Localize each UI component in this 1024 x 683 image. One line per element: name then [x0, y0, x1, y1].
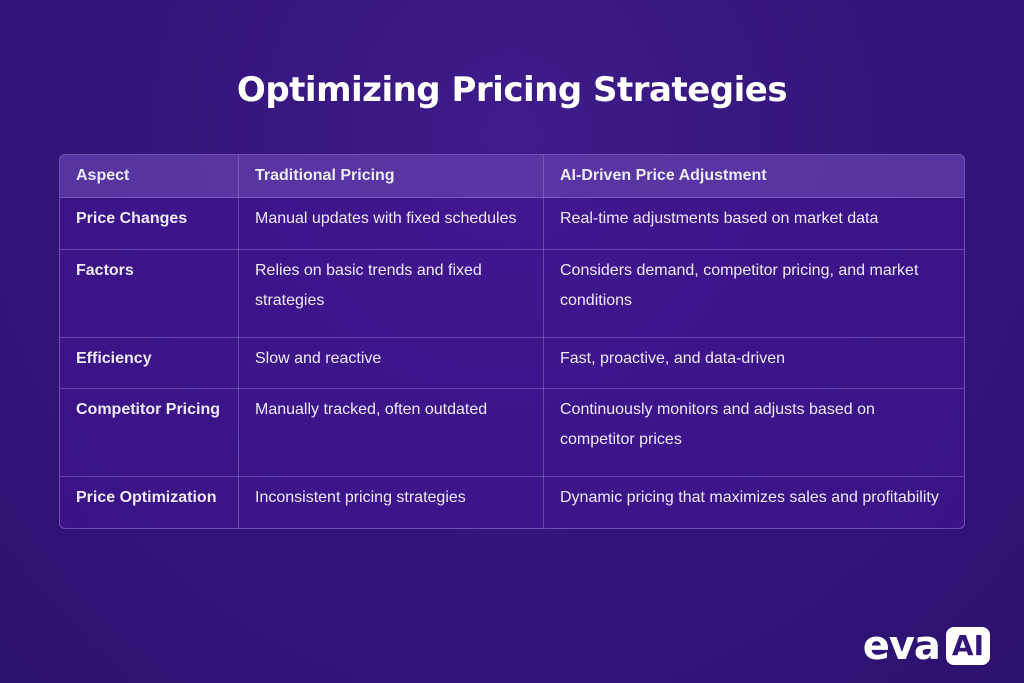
- cell-aspect: Price Changes: [60, 197, 239, 250]
- header-aspect: Aspect: [60, 155, 239, 198]
- cell-ai: Real-time adjustments based on market da…: [543, 197, 964, 250]
- cell-aspect: Price Optimization: [60, 476, 239, 528]
- cell-aspect: Efficiency: [60, 337, 239, 390]
- header-traditional: Traditional Pricing: [238, 155, 544, 198]
- logo-text: eva: [862, 623, 941, 669]
- comparison-table: Aspect Traditional Pricing AI-Driven Pri…: [59, 154, 965, 529]
- cell-traditional: Inconsistent pricing strategies: [238, 476, 544, 528]
- table-header-row: Aspect Traditional Pricing AI-Driven Pri…: [60, 155, 964, 198]
- cell-ai: Fast, proactive, and data-driven: [543, 337, 964, 390]
- table-row: Price Changes Manual updates with fixed …: [60, 197, 964, 250]
- logo-badge: AI: [945, 627, 990, 665]
- cell-traditional: Slow and reactive: [238, 337, 544, 390]
- cell-aspect: Factors: [60, 249, 239, 338]
- cell-traditional: Manually tracked, often outdated: [238, 388, 544, 478]
- cell-ai: Continuously monitors and adjusts based …: [543, 388, 964, 478]
- cell-traditional: Manual updates with fixed schedules: [238, 197, 544, 250]
- cell-ai: Considers demand, competitor pricing, an…: [543, 249, 964, 338]
- table-row: Factors Relies on basic trends and fixed…: [60, 249, 964, 338]
- page-title: Optimizing Pricing Strategies: [236, 70, 788, 110]
- cell-aspect: Competitor Pricing: [60, 388, 239, 478]
- table-row: Price Optimization Inconsistent pricing …: [60, 476, 964, 528]
- eva-ai-logo: eva AI: [863, 623, 990, 669]
- cell-traditional: Relies on basic trends and fixed strateg…: [238, 249, 544, 338]
- table-row: Competitor Pricing Manually tracked, oft…: [60, 388, 964, 478]
- cell-ai: Dynamic pricing that maximizes sales and…: [560, 489, 939, 507]
- header-ai: AI-Driven Price Adjustment: [543, 155, 964, 198]
- table-row: Efficiency Slow and reactive Fast, proac…: [60, 337, 964, 390]
